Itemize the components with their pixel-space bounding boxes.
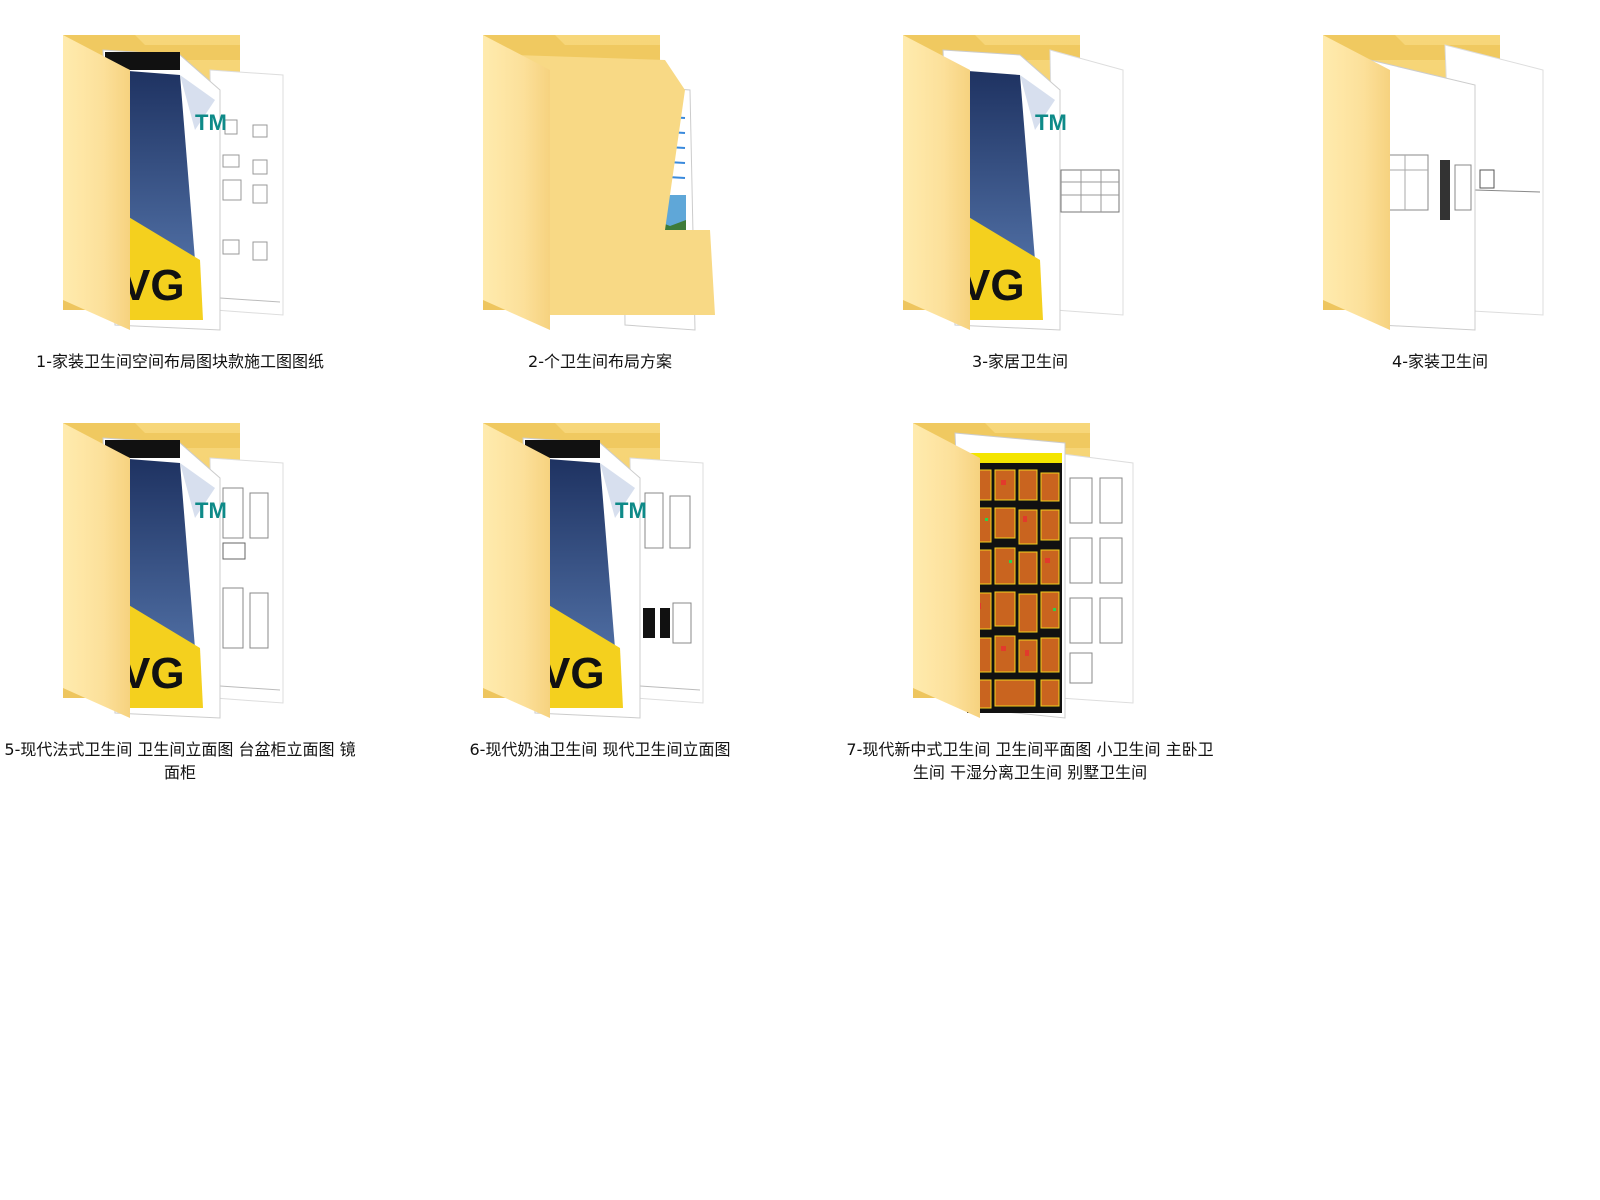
- dwg-folder-icon: TM VG: [483, 423, 704, 719]
- folder-label[interactable]: 7-现代新中式卫生间 卫生间平面图 小卫生间 主卧卫生间 干湿分离卫生间 别墅卫…: [840, 738, 1220, 784]
- folder-label[interactable]: 1-家装卫生间空间布局图块款施工图图纸: [0, 350, 360, 373]
- folder-item[interactable]: 7-现代新中式卫生间 卫生间平面图 小卫生间 主卧卫生间 干湿分离卫生间 别墅卫…: [840, 418, 1220, 798]
- folder-item[interactable]: TM VG 3-家居卫生间: [840, 30, 1200, 410]
- dwg-badge: VG: [961, 261, 1025, 310]
- folder-label[interactable]: 5-现代法式卫生间 卫生间立面图 台盆柜立面图 镜面柜: [0, 738, 360, 784]
- dwg-folder-icon: TM VG: [63, 423, 284, 719]
- dwg-badge: VG: [121, 649, 185, 698]
- folder-item[interactable]: 4-家装卫生间: [1260, 30, 1600, 410]
- dwg-folder-icon: TM VG: [903, 35, 1124, 331]
- tm-mark: TM: [195, 110, 227, 135]
- tm-mark: TM: [615, 498, 647, 523]
- document-folder-icon: [483, 35, 715, 331]
- dwg-folder-icon: TM VG: [63, 35, 284, 331]
- drawing-sheet-folder-icon: [1323, 35, 1544, 331]
- folder-item[interactable]: TM VG 5-现代法式卫生间 卫生间立面图 台盆柜立面图 镜面柜: [0, 418, 360, 798]
- dwg-badge: VG: [541, 649, 605, 698]
- folder-item[interactable]: 2-个卫生间布局方案: [420, 30, 780, 410]
- dwg-badge: VG: [121, 261, 185, 310]
- folder-label[interactable]: 4-家装卫生间: [1260, 350, 1600, 373]
- folder-item[interactable]: TM VG 6-现代奶油卫生间 现代卫生间立面图: [420, 418, 780, 798]
- tm-mark: TM: [195, 498, 227, 523]
- folder-label[interactable]: 3-家居卫生间: [840, 350, 1200, 373]
- color-plan-folder-icon: [913, 423, 1134, 719]
- tm-mark: TM: [1035, 110, 1067, 135]
- folder-label[interactable]: 2-个卫生间布局方案: [420, 350, 780, 373]
- folder-grid: TM VG 1-家装卫生间空间布局图块款施工图图纸 2-个卫生间布局方案 TM …: [0, 0, 1600, 1200]
- folder-label[interactable]: 6-现代奶油卫生间 现代卫生间立面图: [420, 738, 780, 761]
- folder-item[interactable]: TM VG 1-家装卫生间空间布局图块款施工图图纸: [0, 30, 360, 410]
